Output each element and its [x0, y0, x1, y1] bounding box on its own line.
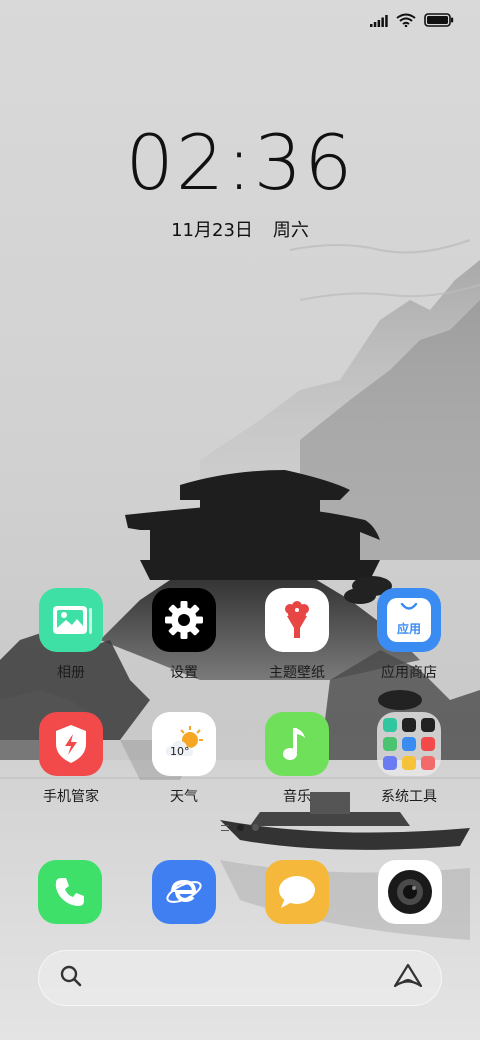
folder-mini-icons [383, 718, 435, 770]
app-photos[interactable]: 相册 [19, 588, 123, 700]
page-indicator[interactable] [0, 824, 480, 831]
signal-bars-icon [370, 12, 388, 31]
home-list-icon [221, 824, 229, 831]
gear-icon [152, 588, 216, 652]
app-weather[interactable]: 10° 天气 [132, 712, 236, 824]
wifi-icon [396, 12, 416, 31]
browser-e-icon [166, 879, 202, 903]
dock-phone[interactable] [38, 860, 102, 924]
weather-sun-cloud-icon: 10° [152, 712, 216, 776]
date-row: 11月23日 周六 [0, 216, 480, 242]
app-label: 天气 [170, 789, 198, 805]
shield-bolt-icon [39, 712, 103, 776]
app-label: 系统工具 [381, 789, 437, 805]
app-folder-system-tools[interactable]: 系统工具 [357, 712, 461, 824]
music-note-icon [265, 712, 329, 776]
app-themes[interactable]: 主题壁纸 [245, 588, 349, 700]
phone-icon [55, 878, 84, 906]
app-label: 相册 [57, 665, 85, 681]
assistant-logo-icon[interactable] [393, 963, 423, 993]
photos-icon [39, 588, 103, 652]
message-bubble-icon [279, 876, 315, 908]
app-store[interactable]: 应用 应用商店 [357, 588, 461, 700]
theme-flower-icon [265, 588, 329, 652]
battery-icon [424, 12, 454, 31]
dock-camera[interactable] [378, 860, 442, 924]
app-phone-manager[interactable]: 手机管家 [19, 712, 123, 824]
app-music[interactable]: 音乐 [245, 712, 349, 824]
app-label: 主题壁纸 [269, 665, 325, 681]
date-text: 11月23日 [171, 220, 253, 241]
app-settings[interactable]: 设置 [132, 588, 236, 700]
search-icon [59, 964, 83, 992]
page-dot-active [237, 824, 244, 831]
dock-browser[interactable] [152, 860, 216, 924]
app-label: 音乐 [283, 789, 311, 805]
page-dot [252, 824, 259, 831]
weather-temperature: 10° [170, 745, 190, 758]
status-icons [370, 12, 454, 31]
app-label: 应用商店 [381, 665, 437, 681]
dock-messages[interactable] [265, 860, 329, 924]
app-label: 手机管家 [43, 789, 99, 805]
store-badge-text: 应用 [396, 622, 421, 636]
camera-icon [388, 870, 432, 914]
search-bar[interactable] [38, 950, 442, 1006]
app-store-bag-icon: 应用 [377, 588, 441, 652]
lock-clock: 02:36 [125, 118, 355, 207]
weekday-text: 周六 [272, 220, 309, 241]
folder-icon [377, 712, 441, 776]
status-bar [0, 0, 480, 44]
app-label: 设置 [170, 665, 198, 681]
